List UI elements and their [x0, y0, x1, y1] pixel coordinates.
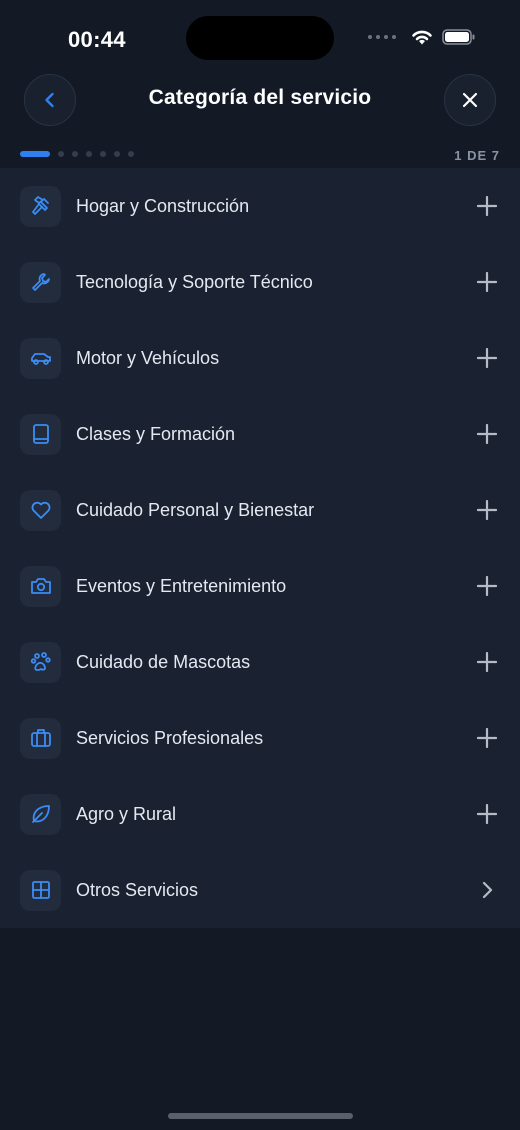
progress-step	[114, 151, 120, 157]
category-item-cuidado-personal[interactable]: Cuidado Personal y Bienestar	[0, 472, 520, 548]
category-list: Hogar y Construcción Tecnología y Soport…	[0, 168, 520, 928]
plus-icon[interactable]	[476, 651, 498, 673]
category-label: Motor y Vehículos	[76, 347, 220, 368]
status-icons	[368, 28, 476, 46]
category-label: Hogar y Construcción	[76, 195, 250, 216]
category-item-profesionales[interactable]: Servicios Profesionales	[0, 700, 520, 776]
progress-step	[100, 151, 106, 157]
step-progress: 1 DE 7	[20, 148, 500, 164]
plus-icon[interactable]	[476, 803, 498, 825]
progress-indicator	[20, 151, 134, 157]
heart-icon	[20, 489, 61, 531]
category-label: Cuidado Personal y Bienestar	[76, 499, 315, 520]
hammer-icon	[20, 185, 61, 227]
category-label: Clases y Formación	[76, 423, 236, 444]
plus-icon[interactable]	[476, 271, 498, 293]
category-item-tecnologia[interactable]: Tecnología y Soporte Técnico	[0, 244, 520, 320]
category-item-clases[interactable]: Clases y Formación	[0, 396, 520, 472]
briefcase-icon	[20, 717, 61, 759]
category-item-mascotas[interactable]: Cuidado de Mascotas	[0, 624, 520, 700]
close-button[interactable]	[444, 74, 496, 126]
book-icon	[20, 413, 61, 455]
camera-icon	[20, 565, 61, 607]
category-label: Servicios Profesionales	[76, 727, 264, 748]
plus-icon[interactable]	[476, 195, 498, 217]
signal-icon	[368, 35, 396, 39]
wifi-icon	[412, 30, 432, 45]
category-label: Cuidado de Mascotas	[76, 651, 251, 672]
home-indicator[interactable]	[168, 1113, 353, 1119]
category-item-agro[interactable]: Agro y Rural	[0, 776, 520, 852]
car-icon	[20, 337, 61, 379]
plus-icon[interactable]	[476, 727, 498, 749]
dynamic-island	[186, 16, 334, 60]
category-label: Agro y Rural	[76, 803, 177, 824]
category-item-otros[interactable]: Otros Servicios	[0, 852, 520, 928]
chevron-right-icon[interactable]	[476, 879, 498, 901]
paw-icon	[20, 641, 61, 683]
leaf-icon	[20, 793, 61, 835]
wrench-icon	[20, 261, 61, 303]
category-item-motor[interactable]: Motor y Vehículos	[0, 320, 520, 396]
category-label: Tecnología y Soporte Técnico	[76, 271, 313, 292]
status-bar: 00:44	[0, 0, 520, 80]
category-label: Eventos y Entretenimiento	[76, 575, 287, 596]
progress-step-current	[20, 151, 50, 157]
plus-icon[interactable]	[476, 575, 498, 597]
header: Categoría del servicio	[0, 72, 520, 128]
category-item-hogar[interactable]: Hogar y Construcción	[0, 168, 520, 244]
progress-step	[86, 151, 92, 157]
category-item-eventos[interactable]: Eventos y Entretenimiento	[0, 548, 520, 624]
progress-step	[128, 151, 134, 157]
battery-icon	[442, 29, 475, 45]
plus-icon[interactable]	[476, 347, 498, 369]
progress-step	[58, 151, 64, 157]
status-time: 00:44	[68, 27, 126, 52]
page-title: Categoría del servicio	[148, 86, 372, 109]
grid-icon	[20, 869, 61, 911]
category-label: Otros Servicios	[76, 879, 199, 900]
close-icon	[462, 92, 478, 108]
plus-icon[interactable]	[476, 499, 498, 521]
progress-step	[72, 151, 78, 157]
step-counter: 1 DE 7	[454, 148, 500, 163]
plus-icon[interactable]	[476, 423, 498, 445]
